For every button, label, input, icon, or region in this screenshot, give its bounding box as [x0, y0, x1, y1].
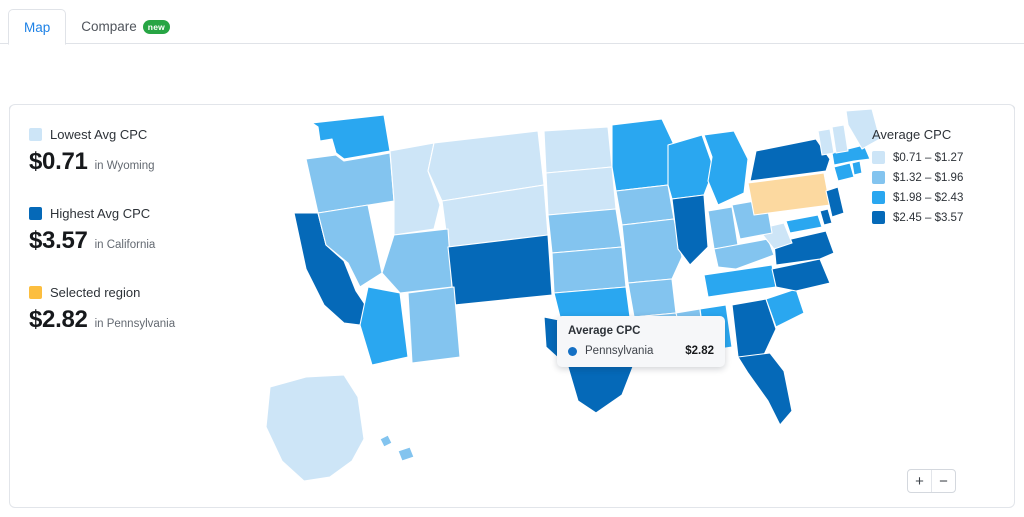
- state-fl[interactable]: Florida: [737, 352, 793, 426]
- stat-lowest-value: $0.71: [29, 148, 88, 175]
- state-ne[interactable]: Nebraska: [547, 208, 623, 254]
- control-bar: United States Pennsylvania USD, $ Export: [0, 44, 1024, 131]
- stat-highest-title: Highest Avg CPC: [50, 206, 151, 221]
- stat-selected-swatch: [29, 286, 42, 299]
- legend-label-3: $1.98 – $2.43: [893, 191, 964, 204]
- legend-swatch-4: [872, 211, 885, 224]
- map-tooltip: Average CPC Pennsylvania $2.82: [557, 316, 725, 367]
- state-ri[interactable]: Rhode Island: [851, 160, 863, 176]
- state-hi[interactable]: Hawaii: [379, 434, 415, 462]
- legend-title: Average CPC: [872, 127, 952, 142]
- state-ct[interactable]: Connecticut: [833, 162, 855, 182]
- stat-selected-title: Selected region: [50, 285, 141, 300]
- cpc-map-app: Map Compare new United States Pennsylvan…: [0, 0, 1024, 517]
- legend-label-1: $0.71 – $1.27: [893, 151, 964, 164]
- state-wa[interactable]: Washington: [311, 114, 391, 160]
- state-az[interactable]: Arizona: [359, 286, 409, 366]
- new-badge: new: [142, 19, 170, 35]
- tooltip-title: Average CPC: [568, 325, 641, 337]
- state-co[interactable]: Colorado: [447, 234, 553, 306]
- stat-selected: Selected region $2.82 in Pennsylvania: [29, 285, 244, 334]
- legend-item-1[interactable]: $0.71 – $1.27: [872, 151, 992, 164]
- state-mo[interactable]: Missouri: [621, 218, 683, 284]
- states-layer: WashingtonOregonCaliforniaNevadaIdahoMon…: [265, 109, 881, 482]
- stat-selected-head: Selected region: [29, 285, 244, 300]
- stat-lowest: Lowest Avg CPC $0.71 in Wyoming: [29, 127, 244, 176]
- stat-lowest-swatch: [29, 128, 42, 141]
- tab-compare[interactable]: Compare new: [66, 8, 185, 44]
- stat-selected-where: in Pennsylvania: [94, 318, 176, 330]
- stat-lowest-head: Lowest Avg CPC: [29, 127, 244, 142]
- tooltip-value: $2.82: [685, 345, 714, 357]
- legend-item-3[interactable]: $1.98 – $2.43: [872, 191, 992, 204]
- legend-label-4: $2.45 – $3.57: [893, 211, 964, 224]
- choropleth-map[interactable]: WashingtonOregonCaliforniaNevadaIdahoMon…: [248, 109, 908, 505]
- stat-lowest-title: Lowest Avg CPC: [50, 127, 148, 142]
- stat-highest-values: $3.57 in California: [29, 227, 244, 255]
- stat-lowest-where: in Wyoming: [94, 160, 155, 172]
- map-card: Lowest Avg CPC $0.71 in Wyoming Highest …: [9, 104, 1015, 508]
- stat-highest: Highest Avg CPC $3.57 in California: [29, 206, 244, 255]
- state-ia[interactable]: Iowa: [615, 184, 675, 226]
- legend-swatch-1: [872, 151, 885, 164]
- state-ar[interactable]: Arkansas: [627, 278, 677, 318]
- tab-list: Map Compare new: [8, 7, 185, 45]
- tooltip-row: Pennsylvania $2.82: [568, 345, 714, 357]
- state-mi[interactable]: Michigan: [703, 130, 749, 206]
- map-legend: Average CPC $0.71 – $1.27 $1.32 – $1.96 …: [872, 127, 992, 231]
- tab-bar: Map Compare new: [0, 0, 1024, 45]
- legend-item-2[interactable]: $1.32 – $1.96: [872, 171, 992, 184]
- legend-label-2: $1.32 – $1.96: [893, 171, 964, 184]
- state-ks[interactable]: Kansas: [551, 246, 627, 294]
- stat-highest-head: Highest Avg CPC: [29, 206, 244, 221]
- stat-highest-where: in California: [94, 239, 156, 251]
- tab-map[interactable]: Map: [8, 9, 67, 45]
- state-md[interactable]: Maryland: [785, 214, 823, 234]
- state-nh[interactable]: New Hampshire: [831, 124, 849, 154]
- tooltip-dot-icon: [568, 346, 577, 356]
- tooltip-region: Pennsylvania: [585, 345, 654, 357]
- map-zoom-controls: + −: [907, 469, 956, 493]
- stat-highest-value: $3.57: [29, 227, 88, 254]
- state-ak[interactable]: Alaska: [265, 374, 365, 482]
- stats-panel: Lowest Avg CPC $0.71 in Wyoming Highest …: [29, 127, 244, 364]
- state-ut[interactable]: Utah: [381, 228, 453, 294]
- state-sd[interactable]: South Dakota: [545, 166, 617, 216]
- stat-highest-swatch: [29, 207, 42, 220]
- state-nm[interactable]: New Mexico: [407, 286, 461, 364]
- zoom-in-button[interactable]: +: [908, 470, 932, 492]
- legend-swatch-3: [872, 191, 885, 204]
- state-or[interactable]: Oregon: [305, 152, 395, 214]
- tab-map-label: Map: [24, 19, 51, 35]
- state-mn[interactable]: Minnesota: [611, 118, 677, 192]
- tab-compare-label: Compare: [81, 18, 137, 34]
- state-nd[interactable]: North Dakota: [543, 126, 613, 174]
- state-tn[interactable]: Tennessee: [703, 264, 777, 298]
- stat-lowest-values: $0.71 in Wyoming: [29, 148, 244, 176]
- legend-item-4[interactable]: $2.45 – $3.57: [872, 211, 992, 224]
- stat-selected-values: $2.82 in Pennsylvania: [29, 306, 244, 334]
- legend-swatch-2: [872, 171, 885, 184]
- stat-selected-value: $2.82: [29, 306, 88, 333]
- zoom-out-button[interactable]: −: [932, 470, 955, 492]
